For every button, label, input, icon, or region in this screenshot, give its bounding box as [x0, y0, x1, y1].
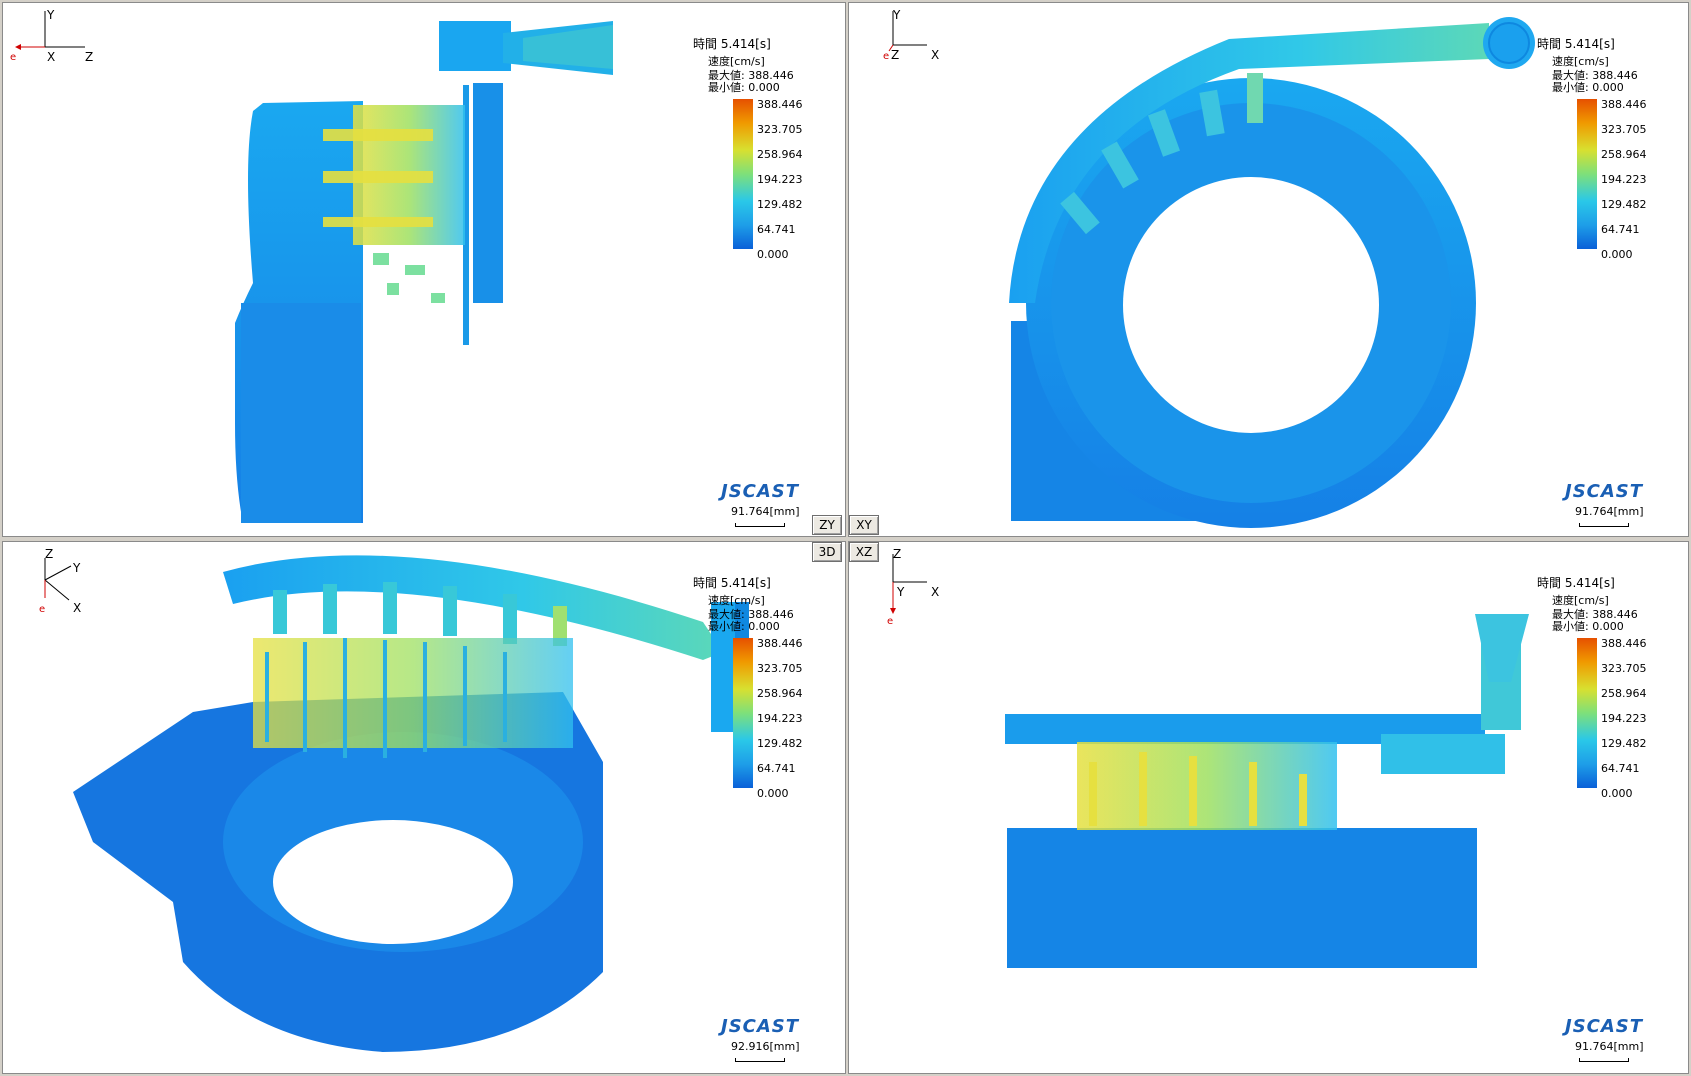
tick-label: 258.964 — [757, 687, 803, 700]
tick-label: 194.223 — [1601, 712, 1647, 725]
jscast-logo: JSCAST — [1565, 1016, 1644, 1037]
view-pane-zy[interactable]: Y X Z e 時間 5.414[s] 速度[cm/s] 最大値: 388.44… — [2, 2, 846, 537]
svg-text:e: e — [39, 604, 45, 615]
xy-geometry — [1009, 17, 1535, 528]
time-label: 時間 5.414[s] — [1537, 37, 1615, 51]
color-scale-bar — [733, 638, 753, 788]
tick-label: 0.000 — [1601, 248, 1633, 261]
tick-label: 129.482 — [1601, 737, 1647, 750]
axis-label-right: X — [931, 585, 939, 599]
view-xy-button[interactable]: XY — [849, 515, 879, 535]
axis-triad-xz: Z Y X e — [887, 547, 939, 627]
d3-geometry — [73, 555, 749, 1052]
tick-label: 129.482 — [757, 198, 803, 211]
svg-text:e: e — [883, 51, 889, 62]
time-label: 時間 5.414[s] — [693, 576, 771, 590]
tick-label: 323.705 — [757, 123, 803, 136]
axis-label-left: X — [47, 50, 55, 64]
scale-label: 92.916[mm] — [731, 1040, 800, 1053]
color-scale-bar — [733, 99, 753, 249]
axis-triad-xy: Y Z X e — [883, 8, 939, 62]
time-label: 時間 5.414[s] — [1537, 576, 1615, 590]
min-label: 最小値: 0.000 — [1552, 620, 1624, 633]
axis-label-right: X — [931, 48, 939, 62]
tick-label: 64.741 — [757, 762, 796, 775]
jscast-logo: JSCAST — [721, 1016, 800, 1037]
tick-label: 258.964 — [757, 148, 803, 161]
axis-label-up: Z — [893, 547, 901, 561]
color-scale-bar — [1577, 638, 1597, 788]
velocity-legend: 時間 5.414[s] 速度[cm/s] 最大値: 388.446 最小値: 0… — [693, 574, 833, 800]
tick-label: 388.446 — [757, 98, 803, 111]
velocity-legend: 時間 5.414[s] 速度[cm/s] 最大値: 388.446 最小値: 0… — [1537, 574, 1677, 800]
axis-label-down: Y — [896, 585, 905, 599]
view-pane-xy[interactable]: Y Z X e 時間 5.414[s] 速度[cm/s] 最大値: 388.44 — [848, 2, 1689, 537]
scale-label: 91.764[mm] — [1575, 505, 1644, 518]
scale-bar — [1579, 523, 1629, 527]
view-3d-button[interactable]: 3D — [812, 542, 842, 562]
tick-label: 64.741 — [1601, 223, 1640, 236]
axis-label-left: Z — [891, 48, 899, 62]
axis-label-right: Z — [85, 50, 93, 64]
scale-bar — [735, 1058, 785, 1062]
axis-label-up: Y — [46, 8, 55, 22]
scale-bar — [1579, 1058, 1629, 1062]
tick-label: 0.000 — [757, 787, 789, 800]
tick-label: 0.000 — [1601, 787, 1633, 800]
tick-label: 258.964 — [1601, 148, 1647, 161]
time-label: 時間 5.414[s] — [693, 37, 771, 51]
axis-label-down: X — [73, 601, 81, 615]
tick-label: 0.000 — [757, 248, 789, 261]
jscast-logo: JSCAST — [721, 481, 800, 502]
axis-triad-zy: Y X Z e — [10, 8, 93, 64]
scale-label: 91.764[mm] — [1575, 1040, 1644, 1053]
tick-label: 258.964 — [1601, 687, 1647, 700]
tick-label: 64.741 — [757, 223, 796, 236]
tick-label: 323.705 — [1601, 123, 1647, 136]
scale-label: 91.764[mm] — [731, 505, 800, 518]
jscast-logo: JSCAST — [1565, 481, 1644, 502]
tick-label: 64.741 — [1601, 762, 1640, 775]
tick-label: 388.446 — [757, 637, 803, 650]
tick-label: 194.223 — [757, 712, 803, 725]
view-pane-xz[interactable]: Z Y X e 時間 5.414[s] 速度[cm/s] 最大値: 388.44… — [848, 541, 1689, 1074]
axis-label-diag: Y — [72, 561, 81, 575]
tick-label: 129.482 — [1601, 198, 1647, 211]
svg-text:e: e — [10, 52, 16, 63]
tick-label: 323.705 — [757, 662, 803, 675]
view-pane-3d[interactable]: Z Y X e 時間 5.414[s] 速度[cm/s] 最大値: 388.44… — [2, 541, 846, 1074]
axis-label-up: Z — [45, 547, 53, 561]
scale-bar — [735, 523, 785, 527]
velocity-legend: 時間 5.414[s] 速度[cm/s] 最大値: 388.446 最小値: 0… — [1537, 35, 1677, 261]
view-xz-button[interactable]: XZ — [849, 542, 879, 562]
tick-label: 194.223 — [757, 173, 803, 186]
axis-label-up: Y — [892, 8, 901, 22]
zy-geometry — [235, 21, 613, 523]
tick-label: 388.446 — [1601, 637, 1647, 650]
velocity-legend: 時間 5.414[s] 速度[cm/s] 最大値: 388.446 最小値: 0… — [693, 35, 833, 261]
min-label: 最小値: 0.000 — [1552, 81, 1624, 94]
tick-label: 323.705 — [1601, 662, 1647, 675]
xz-geometry — [1005, 614, 1529, 968]
view-zy-button[interactable]: ZY — [812, 515, 842, 535]
tick-label: 129.482 — [757, 737, 803, 750]
color-scale-bar — [1577, 99, 1597, 249]
tick-label: 194.223 — [1601, 173, 1647, 186]
tick-label: 388.446 — [1601, 98, 1647, 111]
min-label: 最小値: 0.000 — [708, 81, 780, 94]
axis-triad-3d: Z Y X e — [39, 547, 81, 615]
min-label: 最小値: 0.000 — [708, 620, 780, 633]
svg-text:e: e — [887, 616, 893, 627]
